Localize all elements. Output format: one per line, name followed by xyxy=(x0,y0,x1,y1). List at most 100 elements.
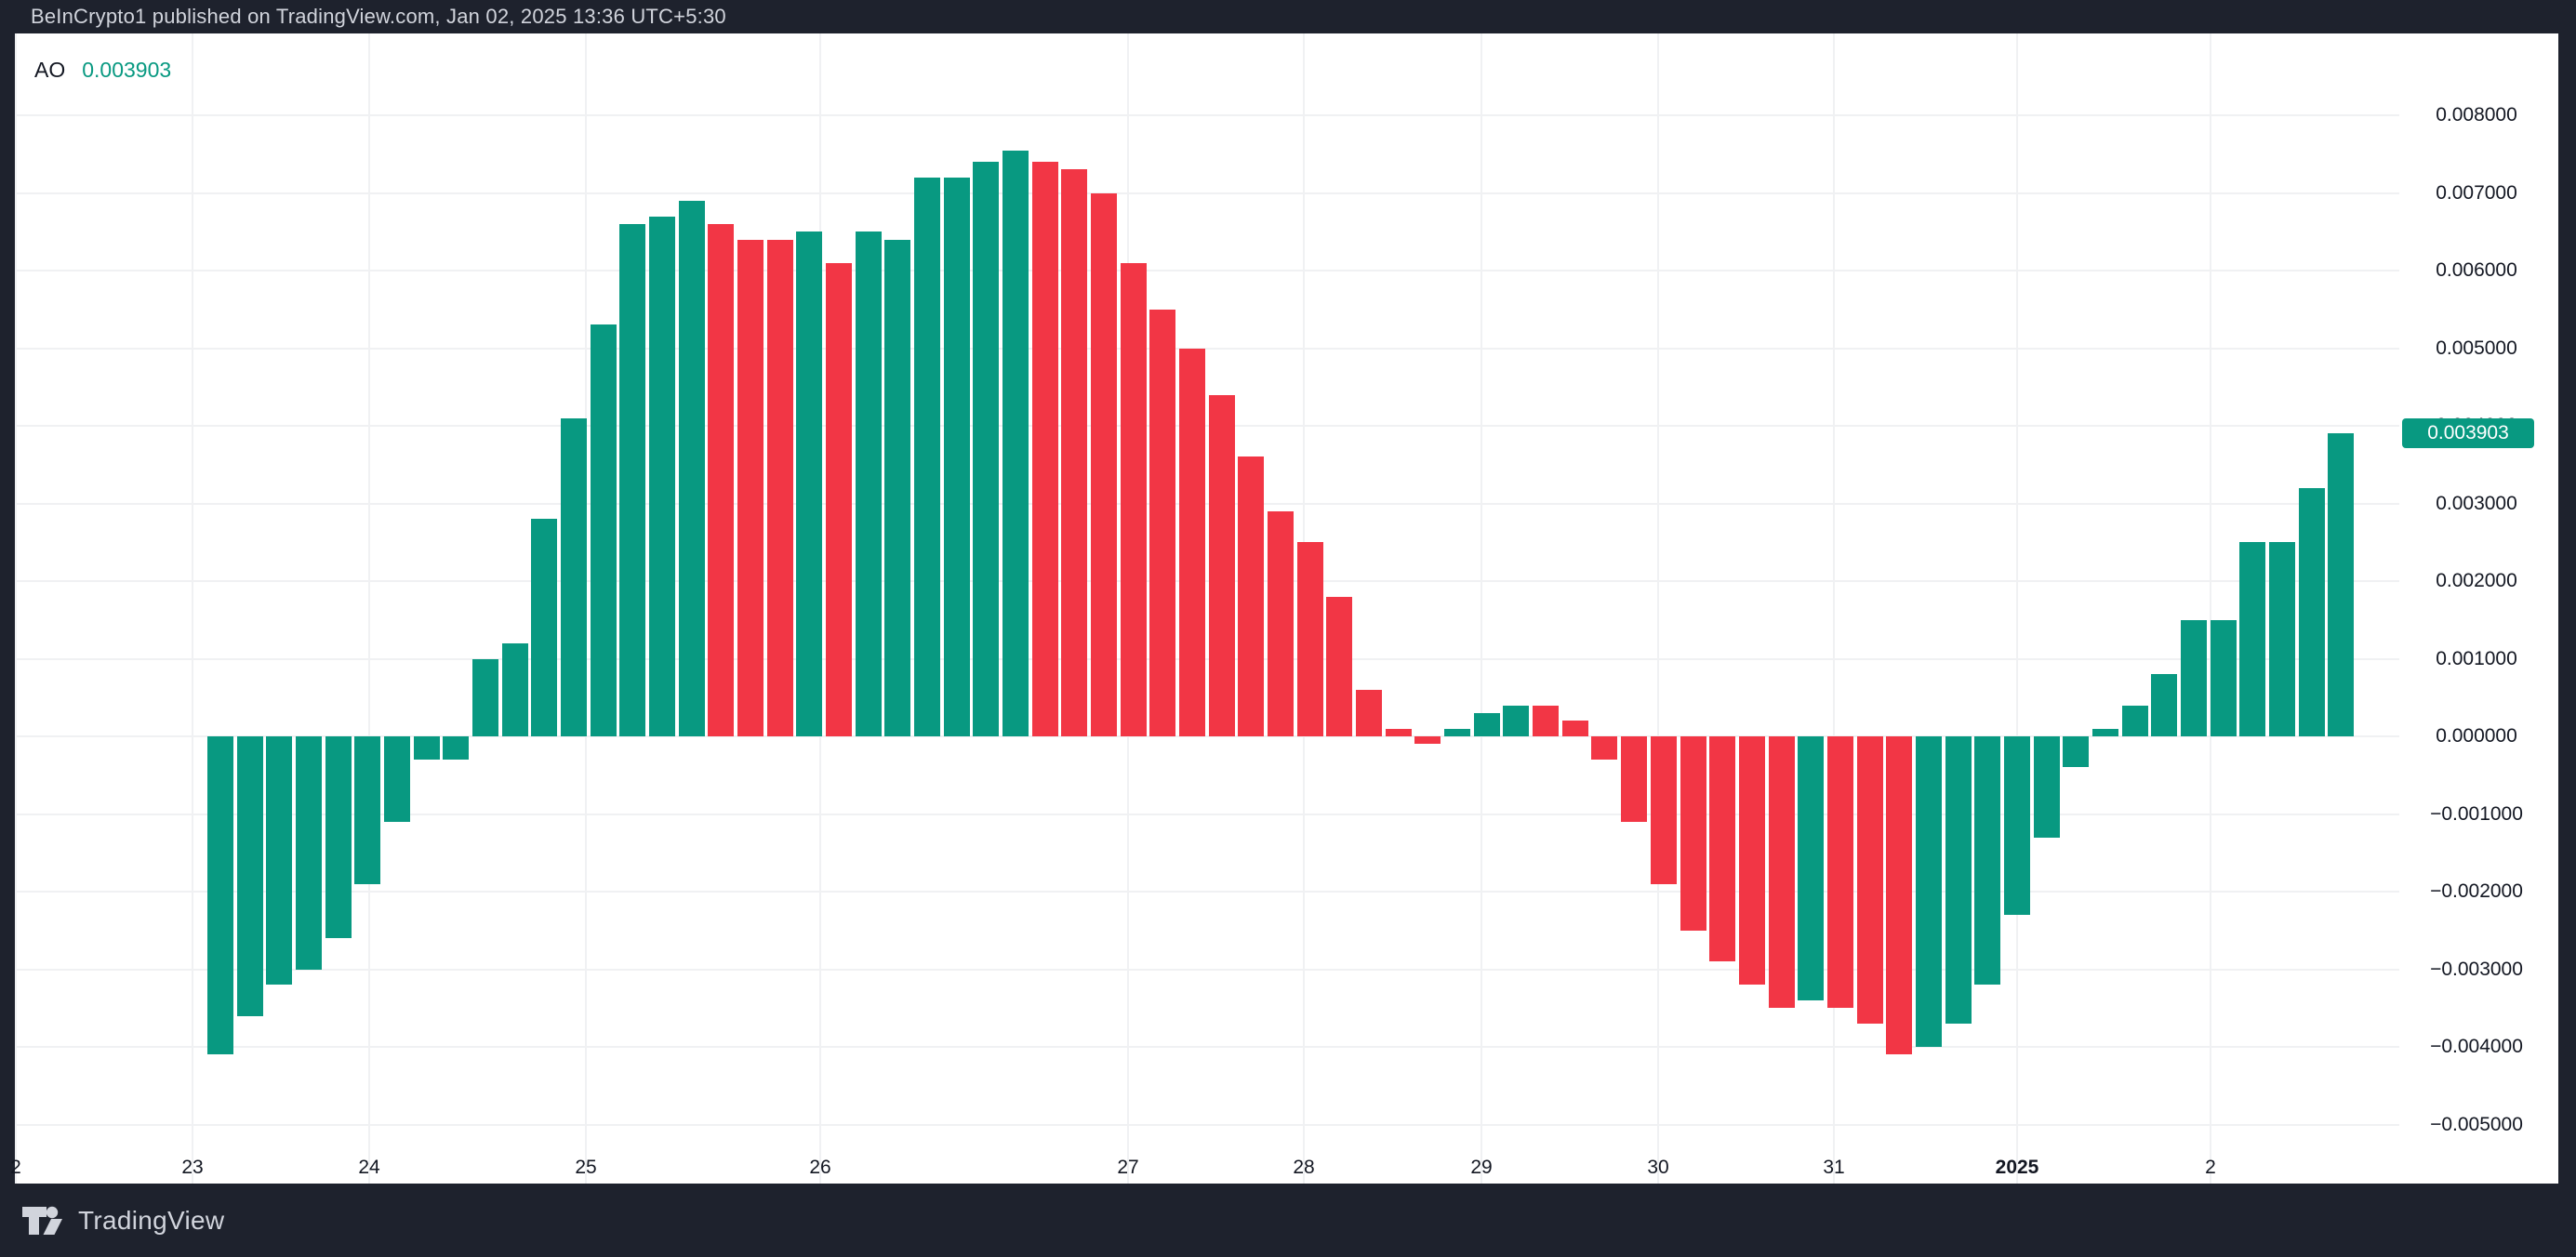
ao-bar xyxy=(1945,736,1972,1024)
ao-bar xyxy=(591,324,617,736)
ao-bar xyxy=(1916,736,1942,1047)
ao-bar xyxy=(472,659,498,737)
ao-bar xyxy=(1680,736,1706,931)
ao-bar xyxy=(1533,706,1559,736)
x-axis-label: 30 xyxy=(1647,1155,1668,1181)
ao-bar xyxy=(1121,263,1147,736)
y-axis-label: 0.008000 xyxy=(2402,103,2551,127)
x-axis-label: 28 xyxy=(1293,1155,1314,1181)
horizontal-gridline xyxy=(17,969,2399,971)
x-axis-label: 29 xyxy=(1470,1155,1492,1181)
horizontal-gridline xyxy=(17,1124,2399,1126)
horizontal-gridline xyxy=(17,114,2399,116)
attribution-header: BeInCrypto1 published on TradingView.com… xyxy=(0,0,2576,33)
ao-bar xyxy=(1444,729,1470,736)
vertical-gridline xyxy=(2210,33,2211,1184)
ao-bar xyxy=(767,240,793,736)
ao-bar xyxy=(619,224,645,736)
ao-bar xyxy=(2092,729,2118,736)
vertical-gridline xyxy=(368,33,370,1184)
attribution-text: BeInCrypto1 published on TradingView.com… xyxy=(0,5,726,29)
ao-bar xyxy=(1326,597,1352,736)
y-axis-label: −0.002000 xyxy=(2402,880,2551,904)
vertical-gridline xyxy=(192,33,193,1184)
vertical-gridline xyxy=(1657,33,1659,1184)
ao-bar xyxy=(1709,736,1735,961)
ao-bar xyxy=(1857,736,1883,1024)
ao-bar xyxy=(2063,736,2089,767)
ao-bar xyxy=(2004,736,2030,915)
ao-bar xyxy=(944,178,970,736)
footer-bar: TradingView xyxy=(0,1184,2576,1257)
ao-bar xyxy=(2181,620,2207,736)
x-axis-label: 24 xyxy=(358,1155,379,1181)
ao-bar xyxy=(1386,729,1412,736)
tradingview-logo-icon[interactable] xyxy=(20,1204,67,1237)
ao-bar xyxy=(531,519,557,736)
x-axis-label: 2025 xyxy=(1996,1155,2039,1181)
ao-bar xyxy=(296,736,322,970)
ao-bar xyxy=(1268,511,1294,736)
indicator-name: AO xyxy=(34,58,65,83)
y-axis-label: 0.003000 xyxy=(2402,492,2551,516)
ao-bar xyxy=(1209,395,1235,736)
ao-bar xyxy=(884,240,910,736)
ao-bar xyxy=(1003,151,1029,736)
ao-bar xyxy=(1769,736,1795,1008)
ao-bar xyxy=(1739,736,1765,985)
indicator-legend[interactable]: AO 0.003903 xyxy=(34,58,171,83)
tradingview-chart-page: BeInCrypto1 published on TradingView.com… xyxy=(0,0,2576,1257)
y-axis-label: 0.007000 xyxy=(2402,181,2551,205)
ao-bar xyxy=(1179,349,1205,737)
y-axis-label: −0.005000 xyxy=(2402,1113,2551,1137)
ao-bar xyxy=(1503,706,1529,736)
tradingview-brand-text[interactable]: TradingView xyxy=(78,1206,224,1236)
ao-bar xyxy=(2239,542,2265,736)
horizontal-gridline xyxy=(17,348,2399,350)
ao-bar xyxy=(708,224,734,736)
ao-bar xyxy=(561,418,587,736)
ao-bar xyxy=(1474,713,1500,736)
vertical-gridline xyxy=(1833,33,1835,1184)
ao-bar xyxy=(679,201,705,736)
ao-bar xyxy=(2151,674,2177,736)
ao-bar xyxy=(1798,736,1824,1000)
y-axis-label: −0.004000 xyxy=(2402,1035,2551,1059)
ao-bar xyxy=(737,240,764,736)
ao-bar xyxy=(266,736,292,985)
x-axis-label: 2 xyxy=(10,1155,21,1181)
ao-bar xyxy=(2034,736,2060,838)
ao-bar xyxy=(1356,690,1382,736)
y-axis-label: 0.002000 xyxy=(2402,569,2551,593)
y-axis-label: 0.006000 xyxy=(2402,258,2551,283)
ao-bar xyxy=(2299,488,2325,736)
y-axis-label: −0.003000 xyxy=(2402,958,2551,982)
ao-bar xyxy=(325,736,352,938)
ao-bar xyxy=(1414,736,1441,744)
ao-bar xyxy=(649,217,675,736)
ao-bar xyxy=(2328,433,2354,736)
ao-bar xyxy=(354,736,380,884)
vertical-gridline xyxy=(15,33,17,1184)
indicator-value: 0.003903 xyxy=(82,58,171,83)
x-axis-label: 31 xyxy=(1823,1155,1844,1181)
ao-bar xyxy=(502,643,528,736)
horizontal-gridline xyxy=(17,1046,2399,1048)
ao-bar xyxy=(1591,736,1617,760)
ao-bar xyxy=(1149,310,1175,736)
ao-bar xyxy=(856,232,882,736)
ao-bar xyxy=(207,736,233,1054)
ao-bar xyxy=(1061,169,1087,736)
ao-bar xyxy=(1091,193,1117,737)
ao-bar xyxy=(414,736,440,760)
x-axis-label: 23 xyxy=(181,1155,203,1181)
ao-bar xyxy=(1827,736,1853,1008)
horizontal-gridline xyxy=(17,891,2399,893)
ao-bar xyxy=(2269,542,2295,736)
plot-area[interactable]: 0.0080000.0070000.0060000.0050000.004000… xyxy=(17,33,2558,1184)
ao-bar xyxy=(237,736,263,1016)
x-axis-label: 2 xyxy=(2205,1155,2216,1181)
y-axis-label: 0.005000 xyxy=(2402,337,2551,361)
horizontal-gridline xyxy=(17,192,2399,194)
ao-bar xyxy=(973,162,999,736)
